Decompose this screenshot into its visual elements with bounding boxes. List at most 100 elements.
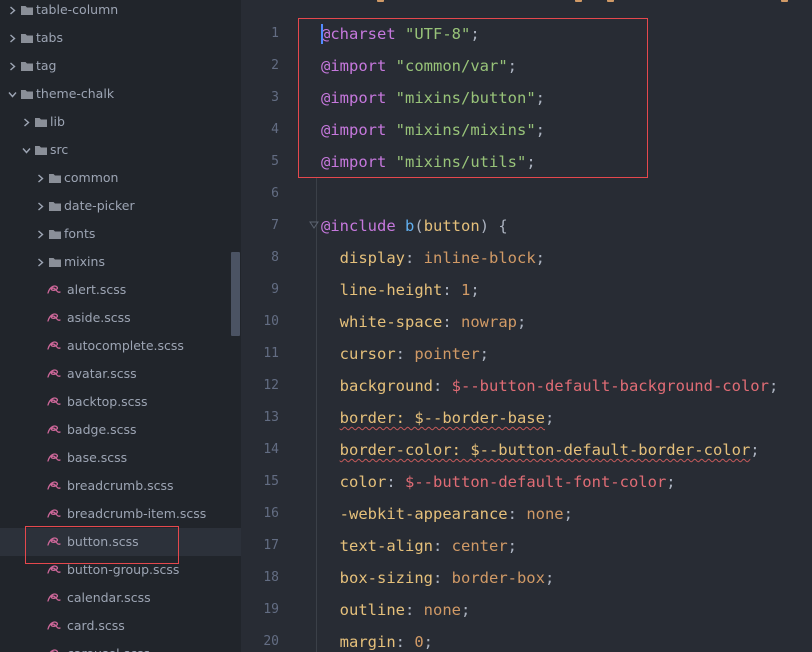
folder-label: fonts (64, 226, 96, 241)
folder-table-column[interactable]: table-column (0, 0, 241, 24)
folder-tag[interactable]: tag (0, 52, 241, 80)
file-carousel-scss[interactable]: carousel.scss (0, 640, 241, 652)
file-breadcrumb-scss[interactable]: breadcrumb.scss (0, 472, 241, 500)
line-number: 12 (263, 378, 279, 393)
chevron-right-icon[interactable] (6, 0, 18, 24)
file-label: breadcrumb-item.scss (67, 506, 207, 521)
tab-file-icon[interactable] (377, 0, 384, 2)
line-number: 20 (263, 634, 279, 649)
code-token: box-sizing (321, 569, 433, 587)
code-token: ; (507, 537, 517, 555)
folder-lib[interactable]: lib (0, 108, 241, 136)
folder-src[interactable]: src (0, 136, 241, 164)
folder-fonts[interactable]: fonts (0, 220, 241, 248)
code-line[interactable]: @import "mixins/mixins"; (321, 114, 812, 146)
tab-file-icon[interactable] (607, 0, 614, 2)
code-line[interactable]: text-align: center; (321, 530, 812, 562)
code-line[interactable]: -webkit-appearance: none; (321, 498, 812, 530)
code-token: cursor (321, 345, 396, 363)
file-button-scss[interactable]: button.scss (0, 528, 241, 556)
line-number: 17 (263, 538, 279, 553)
file-autocomplete-scss[interactable]: autocomplete.scss (0, 332, 241, 360)
code-area[interactable]: @charset "UTF-8"; @import "common/var"; @i… (321, 18, 812, 652)
folder-tabs[interactable]: tabs (0, 24, 241, 52)
folder-theme-chalk[interactable]: theme-chalk (0, 80, 241, 108)
code-line[interactable]: margin: 0; (321, 626, 812, 652)
code-line[interactable]: outline: none; (321, 594, 812, 626)
chevron-right-icon[interactable] (6, 52, 18, 80)
folder-icon (21, 6, 33, 15)
tab-file-icon[interactable] (575, 0, 582, 2)
line-number: 5 (271, 154, 279, 169)
code-line[interactable]: box-sizing: border-box; (321, 562, 812, 594)
code-line[interactable]: @import "mixins/utils"; (321, 146, 812, 178)
line-number: 2 (271, 58, 279, 73)
chevron-right-icon[interactable] (20, 108, 32, 136)
code-token: pointer (414, 345, 480, 363)
code-line[interactable]: white-space: nowrap; (321, 306, 812, 338)
code-line[interactable]: border: $--border-base; (321, 402, 812, 434)
file-breadcrumb-item-scss[interactable]: breadcrumb-item.scss (0, 500, 241, 528)
code-token: : (432, 537, 452, 555)
chevron-right-icon[interactable] (34, 248, 46, 276)
fold-arrow-icon[interactable] (309, 220, 319, 230)
file-avatar-scss[interactable]: avatar.scss (0, 360, 241, 388)
code-token: center (451, 537, 508, 555)
code-line[interactable]: line-height: 1; (321, 274, 812, 306)
file-label: button.scss (67, 534, 139, 549)
file-base-scss[interactable]: base.scss (0, 444, 241, 472)
code-token: : (405, 249, 424, 267)
file-calendar-scss[interactable]: calendar.scss (0, 584, 241, 612)
code-token: white-space (321, 313, 443, 331)
code-line[interactable] (321, 178, 812, 210)
code-line[interactable]: @import "mixins/button"; (321, 82, 812, 114)
chevron-right-icon[interactable] (6, 24, 18, 52)
code-line[interactable]: border-color: $--button-default-border-c… (321, 434, 812, 466)
chevron-down-icon[interactable] (20, 136, 32, 164)
code-line[interactable]: @include b(button) { (321, 210, 812, 242)
chevron-down-icon[interactable] (6, 80, 18, 108)
code-token: ) { (479, 217, 508, 235)
code-token: 0 (414, 633, 424, 651)
file-alert-scss[interactable]: alert.scss (0, 276, 241, 304)
code-token: ; (666, 473, 676, 491)
file-badge-scss[interactable]: badge.scss (0, 416, 241, 444)
folder-date-picker[interactable]: date-picker (0, 192, 241, 220)
file-backtop-scss[interactable]: backtop.scss (0, 388, 241, 416)
code-token: none (423, 601, 461, 619)
code-line[interactable]: color: $--button-default-font-color; (321, 466, 812, 498)
folder-icon (35, 118, 47, 127)
folder-mixins[interactable]: mixins (0, 248, 241, 276)
file-card-scss[interactable]: card.scss (0, 612, 241, 640)
sass-file-icon (47, 369, 61, 378)
file-label: avatar.scss (67, 366, 137, 381)
sidebar-scrollbar[interactable] (231, 252, 240, 336)
chevron-right-icon[interactable] (34, 164, 46, 192)
code-line[interactable]: @import "common/var"; (321, 50, 812, 82)
code-token: : (395, 633, 415, 651)
file-aside-scss[interactable]: aside.scss (0, 304, 241, 332)
code-line[interactable]: @charset "UTF-8"; (321, 18, 812, 50)
folder-common[interactable]: common (0, 164, 241, 192)
sass-file-icon (47, 509, 61, 518)
code-token: ( (414, 217, 424, 235)
code-token: "mixins/utils" (395, 153, 527, 171)
code-line[interactable]: display: inline-block; (321, 242, 812, 274)
chevron-right-icon[interactable] (34, 220, 46, 248)
folder-label: theme-chalk (36, 86, 115, 101)
code-token: ; (526, 153, 536, 171)
code-token: -webkit-appearance (321, 505, 508, 523)
line-number: 8 (271, 250, 279, 265)
folder-label: src (50, 142, 69, 157)
file-button-group-scss[interactable]: button-group.scss (0, 556, 241, 584)
code-line[interactable]: background: $--button-default-background… (321, 370, 812, 402)
folder-label: lib (50, 114, 65, 129)
code-line[interactable]: cursor: pointer; (321, 338, 812, 370)
tab-file-icon[interactable] (781, 0, 788, 2)
chevron-right-icon[interactable] (34, 192, 46, 220)
sass-file-icon (47, 285, 61, 294)
code-editor[interactable]: 1 2 3 4 5 6 7 8 9 10 11 12 13 14 15 16 17 18 19 20 @charset… (241, 0, 812, 652)
